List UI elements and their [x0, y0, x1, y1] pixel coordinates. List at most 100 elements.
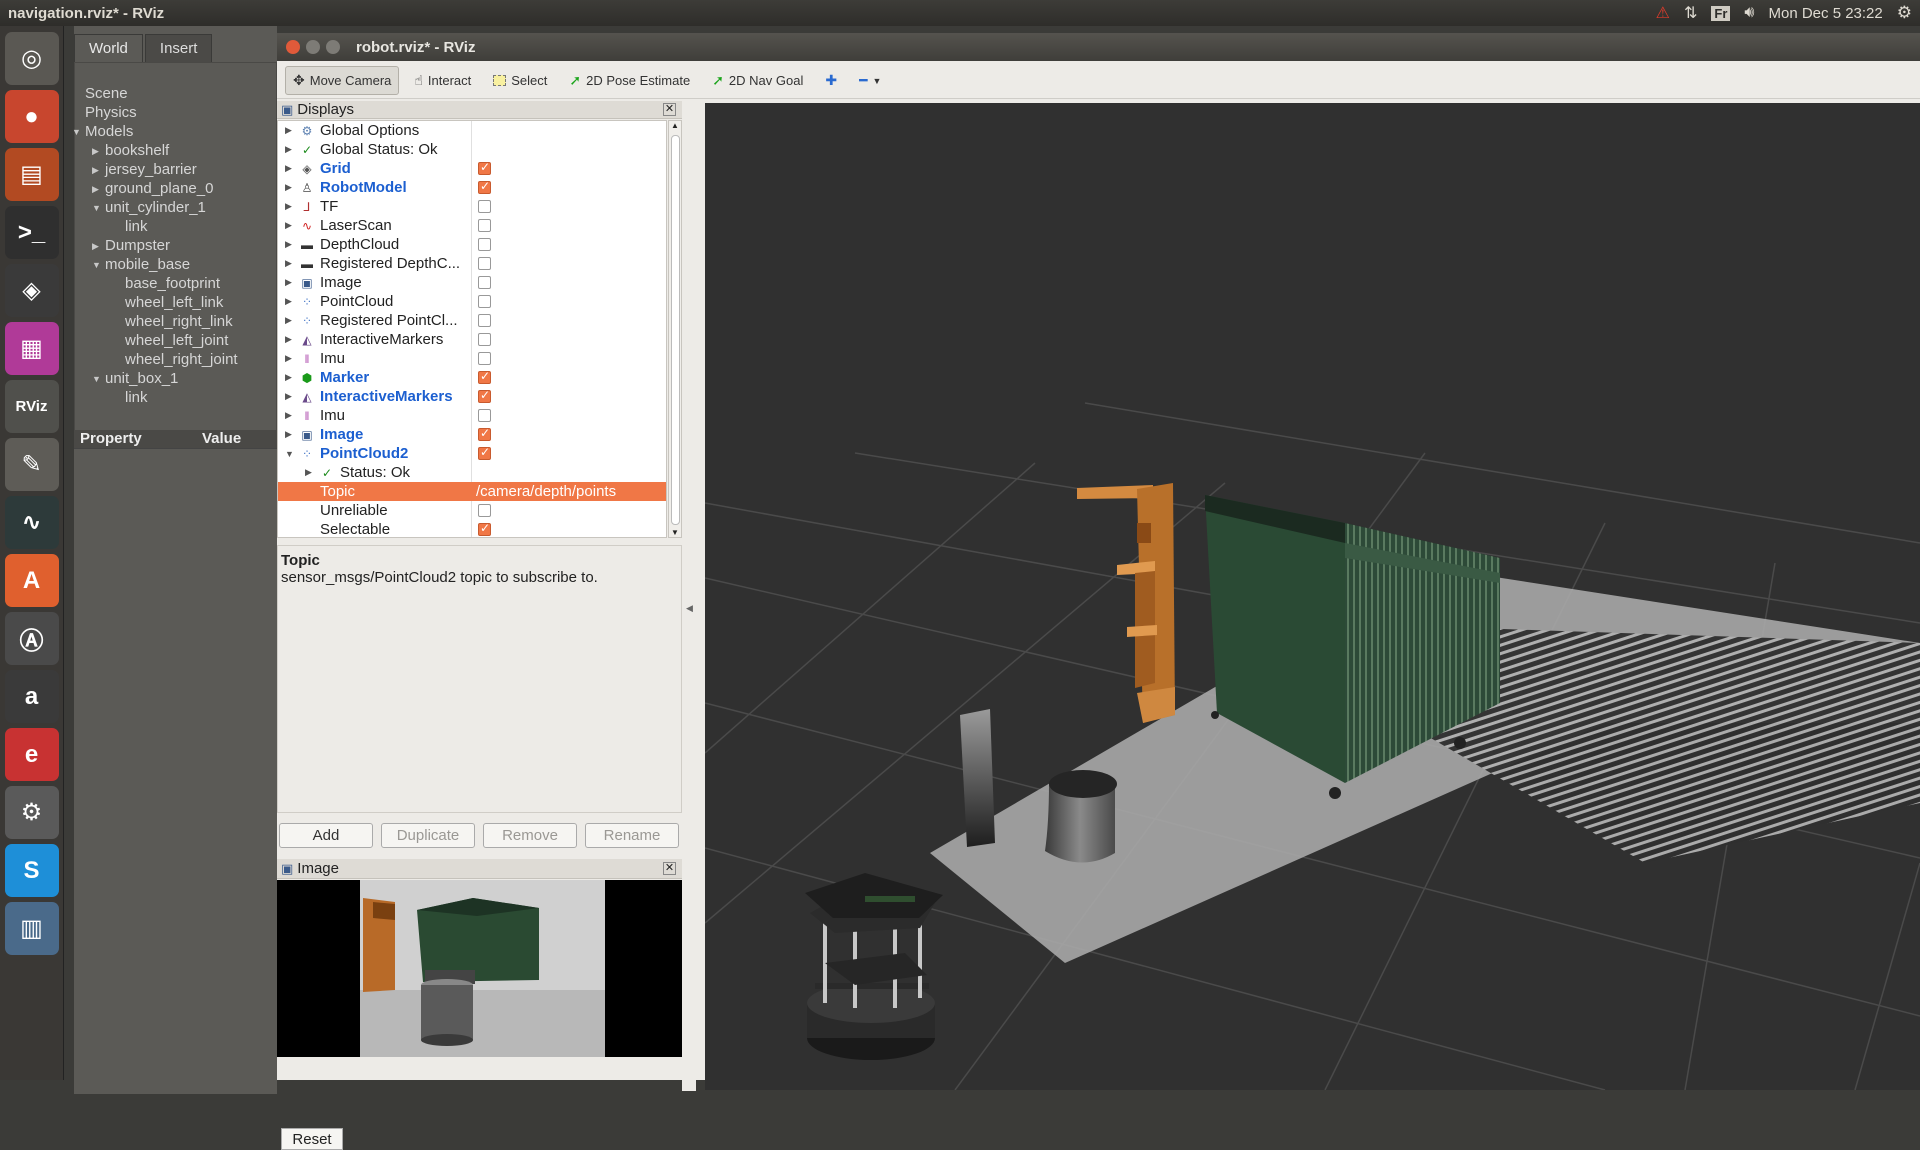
- tree-item[interactable]: Dumpster: [105, 237, 170, 254]
- tree-collapsed-icon[interactable]: ▶: [285, 429, 292, 440]
- tree-expanded-icon[interactable]: ▼: [285, 449, 294, 459]
- tree-item[interactable]: Physics: [85, 104, 137, 121]
- display-enable-checkbox[interactable]: [478, 369, 491, 384]
- display-enable-checkbox[interactable]: [478, 352, 491, 365]
- tree-item[interactable]: link: [125, 389, 148, 406]
- tree-expanded-icon[interactable]: ▼: [92, 260, 101, 270]
- tree-collapsed-icon[interactable]: ▶: [285, 315, 292, 326]
- scroll-up-icon[interactable]: ▲: [671, 121, 679, 130]
- move-camera-tool[interactable]: ✥ Move Camera: [285, 66, 400, 95]
- tree-collapsed-icon[interactable]: ▶: [285, 296, 292, 307]
- display-row[interactable]: ▶ ⚙ Global Options: [278, 121, 666, 140]
- display-row[interactable]: ▶ ⁘ PointCloud: [278, 292, 666, 311]
- display-enable-checkbox[interactable]: [478, 219, 491, 232]
- remove-tool-button[interactable]: ━ ▼: [852, 67, 888, 94]
- display-enable-checkbox[interactable]: [478, 295, 491, 308]
- tree-item[interactable]: wheel_left_joint: [125, 332, 228, 349]
- rename-button[interactable]: Rename: [585, 823, 679, 848]
- tree-item[interactable]: unit_cylinder_1: [105, 199, 206, 216]
- panel-splitter[interactable]: ◀: [682, 101, 696, 1091]
- add-button[interactable]: Add: [279, 823, 373, 848]
- display-row[interactable]: ▶ ▣ Image: [278, 425, 666, 444]
- tree-item[interactable]: wheel_right_link: [125, 313, 233, 330]
- display-row[interactable]: ▶ ∿ LaserScan: [278, 216, 666, 235]
- display-row[interactable]: Topic/camera/depth/points: [278, 482, 666, 501]
- tree-collapsed-icon[interactable]: ▶: [285, 410, 292, 421]
- topic-value-field[interactable]: /camera/depth/points: [476, 483, 616, 500]
- tree-collapsed-icon[interactable]: ▶: [285, 163, 292, 174]
- display-enable-checkbox[interactable]: [478, 388, 491, 403]
- tree-item[interactable]: link: [125, 218, 148, 235]
- minimize-window-button[interactable]: [306, 40, 320, 54]
- text-editor-icon[interactable]: ✎: [4, 438, 59, 491]
- warning-icon[interactable]: ⚠: [1656, 3, 1670, 23]
- workspace-icon[interactable]: ▦: [4, 322, 59, 375]
- close-window-button[interactable]: [286, 40, 300, 54]
- tree-collapsed-icon[interactable]: ▶: [92, 165, 99, 176]
- tree-collapsed-icon[interactable]: ▶: [285, 372, 292, 383]
- display-enable-checkbox[interactable]: [478, 179, 491, 194]
- app-red-icon[interactable]: e: [4, 728, 59, 781]
- tree-collapsed-icon[interactable]: ▶: [285, 201, 292, 212]
- display-row[interactable]: ▶ ♙ RobotModel: [278, 178, 666, 197]
- ubuntu-logo-icon[interactable]: ◎: [4, 32, 59, 85]
- display-row[interactable]: ▶ ‖ Imu: [278, 406, 666, 425]
- system-monitor-icon[interactable]: ∿: [4, 496, 59, 549]
- display-enable-checkbox[interactable]: [478, 445, 491, 460]
- rviz-icon[interactable]: RViz: [4, 380, 59, 433]
- display-enable-checkbox[interactable]: [478, 200, 491, 213]
- tree-item[interactable]: wheel_left_link: [125, 294, 223, 311]
- amazon-icon[interactable]: a: [4, 670, 59, 723]
- select-tool[interactable]: Select: [486, 68, 554, 93]
- camera-image-view[interactable]: [277, 880, 682, 1057]
- display-row[interactable]: ▶ ‖ Imu: [278, 349, 666, 368]
- interact-tool[interactable]: ☝ Interact: [407, 67, 478, 94]
- display-row[interactable]: ▶ ▣ Image: [278, 273, 666, 292]
- tree-collapsed-icon[interactable]: ▶: [305, 467, 312, 478]
- display-row[interactable]: ▶ ◭ InteractiveMarkers: [278, 387, 666, 406]
- settings-icon[interactable]: ⚙: [4, 786, 59, 839]
- tree-item[interactable]: jersey_barrier: [105, 161, 197, 178]
- 3d-render-view[interactable]: [705, 103, 1920, 1090]
- add-tool-button[interactable]: ✚: [818, 67, 844, 94]
- display-row[interactable]: ▶ ⅃ TF: [278, 197, 666, 216]
- tree-collapsed-icon[interactable]: ▶: [285, 391, 292, 402]
- tree-collapsed-icon[interactable]: ▶: [92, 184, 99, 195]
- display-enable-checkbox[interactable]: [478, 333, 491, 346]
- display-enable-checkbox[interactable]: [478, 409, 491, 422]
- tree-expanded-icon[interactable]: ▼: [72, 127, 81, 137]
- software-center-icon[interactable]: A: [4, 554, 59, 607]
- tree-item[interactable]: wheel_right_joint: [125, 351, 238, 368]
- scroll-down-icon[interactable]: ▼: [671, 528, 679, 537]
- updater-icon[interactable]: Ⓐ: [4, 612, 59, 665]
- tree-collapsed-icon[interactable]: ▶: [285, 353, 292, 364]
- tree-item[interactable]: Scene: [85, 85, 128, 102]
- display-enable-checkbox[interactable]: [478, 504, 491, 517]
- pose-estimate-tool[interactable]: ➚ 2D Pose Estimate: [562, 67, 697, 94]
- scrollbar-thumb[interactable]: [671, 135, 680, 525]
- tree-collapsed-icon[interactable]: ▶: [285, 258, 292, 269]
- files-icon[interactable]: ▤: [4, 148, 59, 201]
- display-enable-checkbox[interactable]: [478, 257, 491, 270]
- display-row[interactable]: Unreliable: [278, 501, 666, 520]
- nav-goal-tool[interactable]: ➚ 2D Nav Goal: [705, 67, 810, 94]
- display-row[interactable]: ▶ ⬢ Marker: [278, 368, 666, 387]
- close-icon[interactable]: ✕: [663, 862, 676, 875]
- tree-item[interactable]: unit_box_1: [105, 370, 178, 387]
- chrome-icon[interactable]: ●: [4, 90, 59, 143]
- display-enable-checkbox[interactable]: [478, 238, 491, 251]
- display-row[interactable]: Selectable: [278, 520, 666, 537]
- tab-world[interactable]: World: [74, 34, 143, 62]
- reset-button[interactable]: Reset: [281, 1128, 343, 1150]
- display-row[interactable]: ▶ ⁘ Registered PointCl...: [278, 311, 666, 330]
- display-enable-checkbox[interactable]: [478, 426, 491, 441]
- display-row[interactable]: ▶ ✓ Global Status: Ok: [278, 140, 666, 159]
- skype-icon[interactable]: S: [4, 844, 59, 897]
- sublime-icon[interactable]: ◈: [4, 264, 59, 317]
- tree-collapsed-icon[interactable]: ▶: [285, 239, 292, 250]
- tree-collapsed-icon[interactable]: ▶: [285, 277, 292, 288]
- tab-insert[interactable]: Insert: [144, 34, 213, 62]
- value-column-header[interactable]: Value: [192, 430, 241, 448]
- tree-expanded-icon[interactable]: ▼: [92, 374, 101, 384]
- tree-collapsed-icon[interactable]: ▶: [285, 220, 292, 231]
